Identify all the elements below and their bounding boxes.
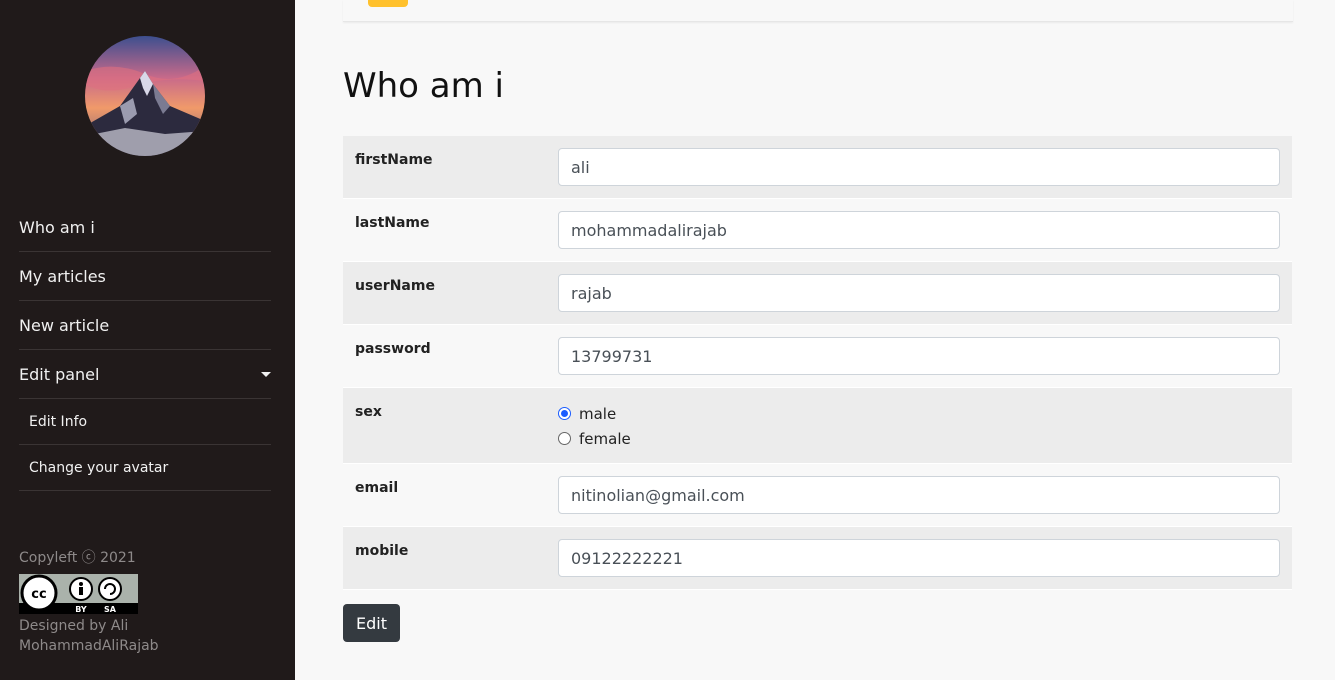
edit-button[interactable]: Edit — [343, 604, 400, 642]
svg-text:cc: cc — [31, 587, 46, 602]
nav-item-label: New article — [19, 315, 110, 335]
caret-down-icon — [261, 371, 271, 377]
nav-item-new-article[interactable]: New article — [19, 301, 271, 350]
radio-male[interactable] — [558, 407, 571, 420]
form-row-lastname: lastName mohammadalirajab — [343, 199, 1292, 262]
mobile-label: mobile — [355, 543, 409, 559]
nav-item-label: Who am i — [19, 217, 95, 237]
form-row-sex: sex male female — [343, 388, 1292, 464]
nav-item-who-am-i[interactable]: Who am i — [19, 203, 271, 252]
submenu-item-change-avatar[interactable]: Change your avatar — [19, 445, 271, 491]
page-title: Who am i — [343, 66, 504, 106]
sidebar: Who am i My articles New article Edit pa… — [0, 0, 295, 680]
lastname-input[interactable]: mohammadalirajab — [558, 211, 1280, 249]
copyleft-text: Copyleft ⓒ 2021 — [19, 550, 136, 566]
navbar-accent[interactable] — [368, 0, 408, 7]
cc-by-text: BY — [75, 605, 87, 614]
nav-item-edit-panel[interactable]: Edit panel — [19, 350, 271, 399]
email-label: email — [355, 480, 399, 496]
nav-item-label: Edit panel — [19, 364, 100, 384]
sidebar-nav: Who am i My articles New article Edit pa… — [19, 203, 271, 491]
radio-option-male[interactable]: male — [558, 401, 1280, 426]
password-label: password — [355, 341, 431, 357]
radio-female-label: female — [579, 429, 631, 448]
nav-item-label: My articles — [19, 266, 106, 286]
designed-by-text: Designed by Ali MohammadAliRajab — [19, 618, 159, 654]
submenu-item-label: Edit Info — [29, 413, 88, 430]
cc-sa-text: SA — [104, 605, 117, 614]
submenu-item-edit-info[interactable]: Edit Info — [19, 399, 271, 445]
form-row-username: userName rajab — [343, 262, 1292, 325]
firstname-label: firstName — [355, 152, 433, 168]
nav-item-my-articles[interactable]: My articles — [19, 252, 271, 301]
radio-option-female[interactable]: female — [558, 426, 1280, 451]
sex-label: sex — [355, 404, 382, 420]
username-label: userName — [355, 278, 435, 294]
top-navbar — [343, 0, 1293, 22]
form-row-email: email nitinolian@gmail.com — [343, 464, 1292, 527]
form-row-password: password 13799731 — [343, 325, 1292, 388]
profile-form: firstName ali lastName mohammadalirajab … — [343, 136, 1292, 590]
radio-male-label: male — [579, 404, 617, 423]
firstname-input[interactable]: ali — [558, 148, 1280, 186]
form-row-firstname: firstName ali — [343, 136, 1292, 199]
lastname-label: lastName — [355, 215, 430, 231]
cc-by-sa-license-badge-icon[interactable]: cc BY SA — [19, 574, 138, 614]
password-input[interactable]: 13799731 — [558, 337, 1280, 375]
radio-female[interactable] — [558, 432, 571, 445]
form-row-mobile: mobile 09122222221 — [343, 527, 1292, 590]
sidebar-footer: Copyleft ⓒ 2021 cc BY SA Designed by Ali… — [19, 548, 169, 656]
email-input[interactable]: nitinolian@gmail.com — [558, 476, 1280, 514]
avatar[interactable] — [85, 36, 205, 156]
username-input[interactable]: rajab — [558, 274, 1280, 312]
mobile-input[interactable]: 09122222221 — [558, 539, 1280, 577]
submenu-item-label: Change your avatar — [29, 459, 169, 476]
